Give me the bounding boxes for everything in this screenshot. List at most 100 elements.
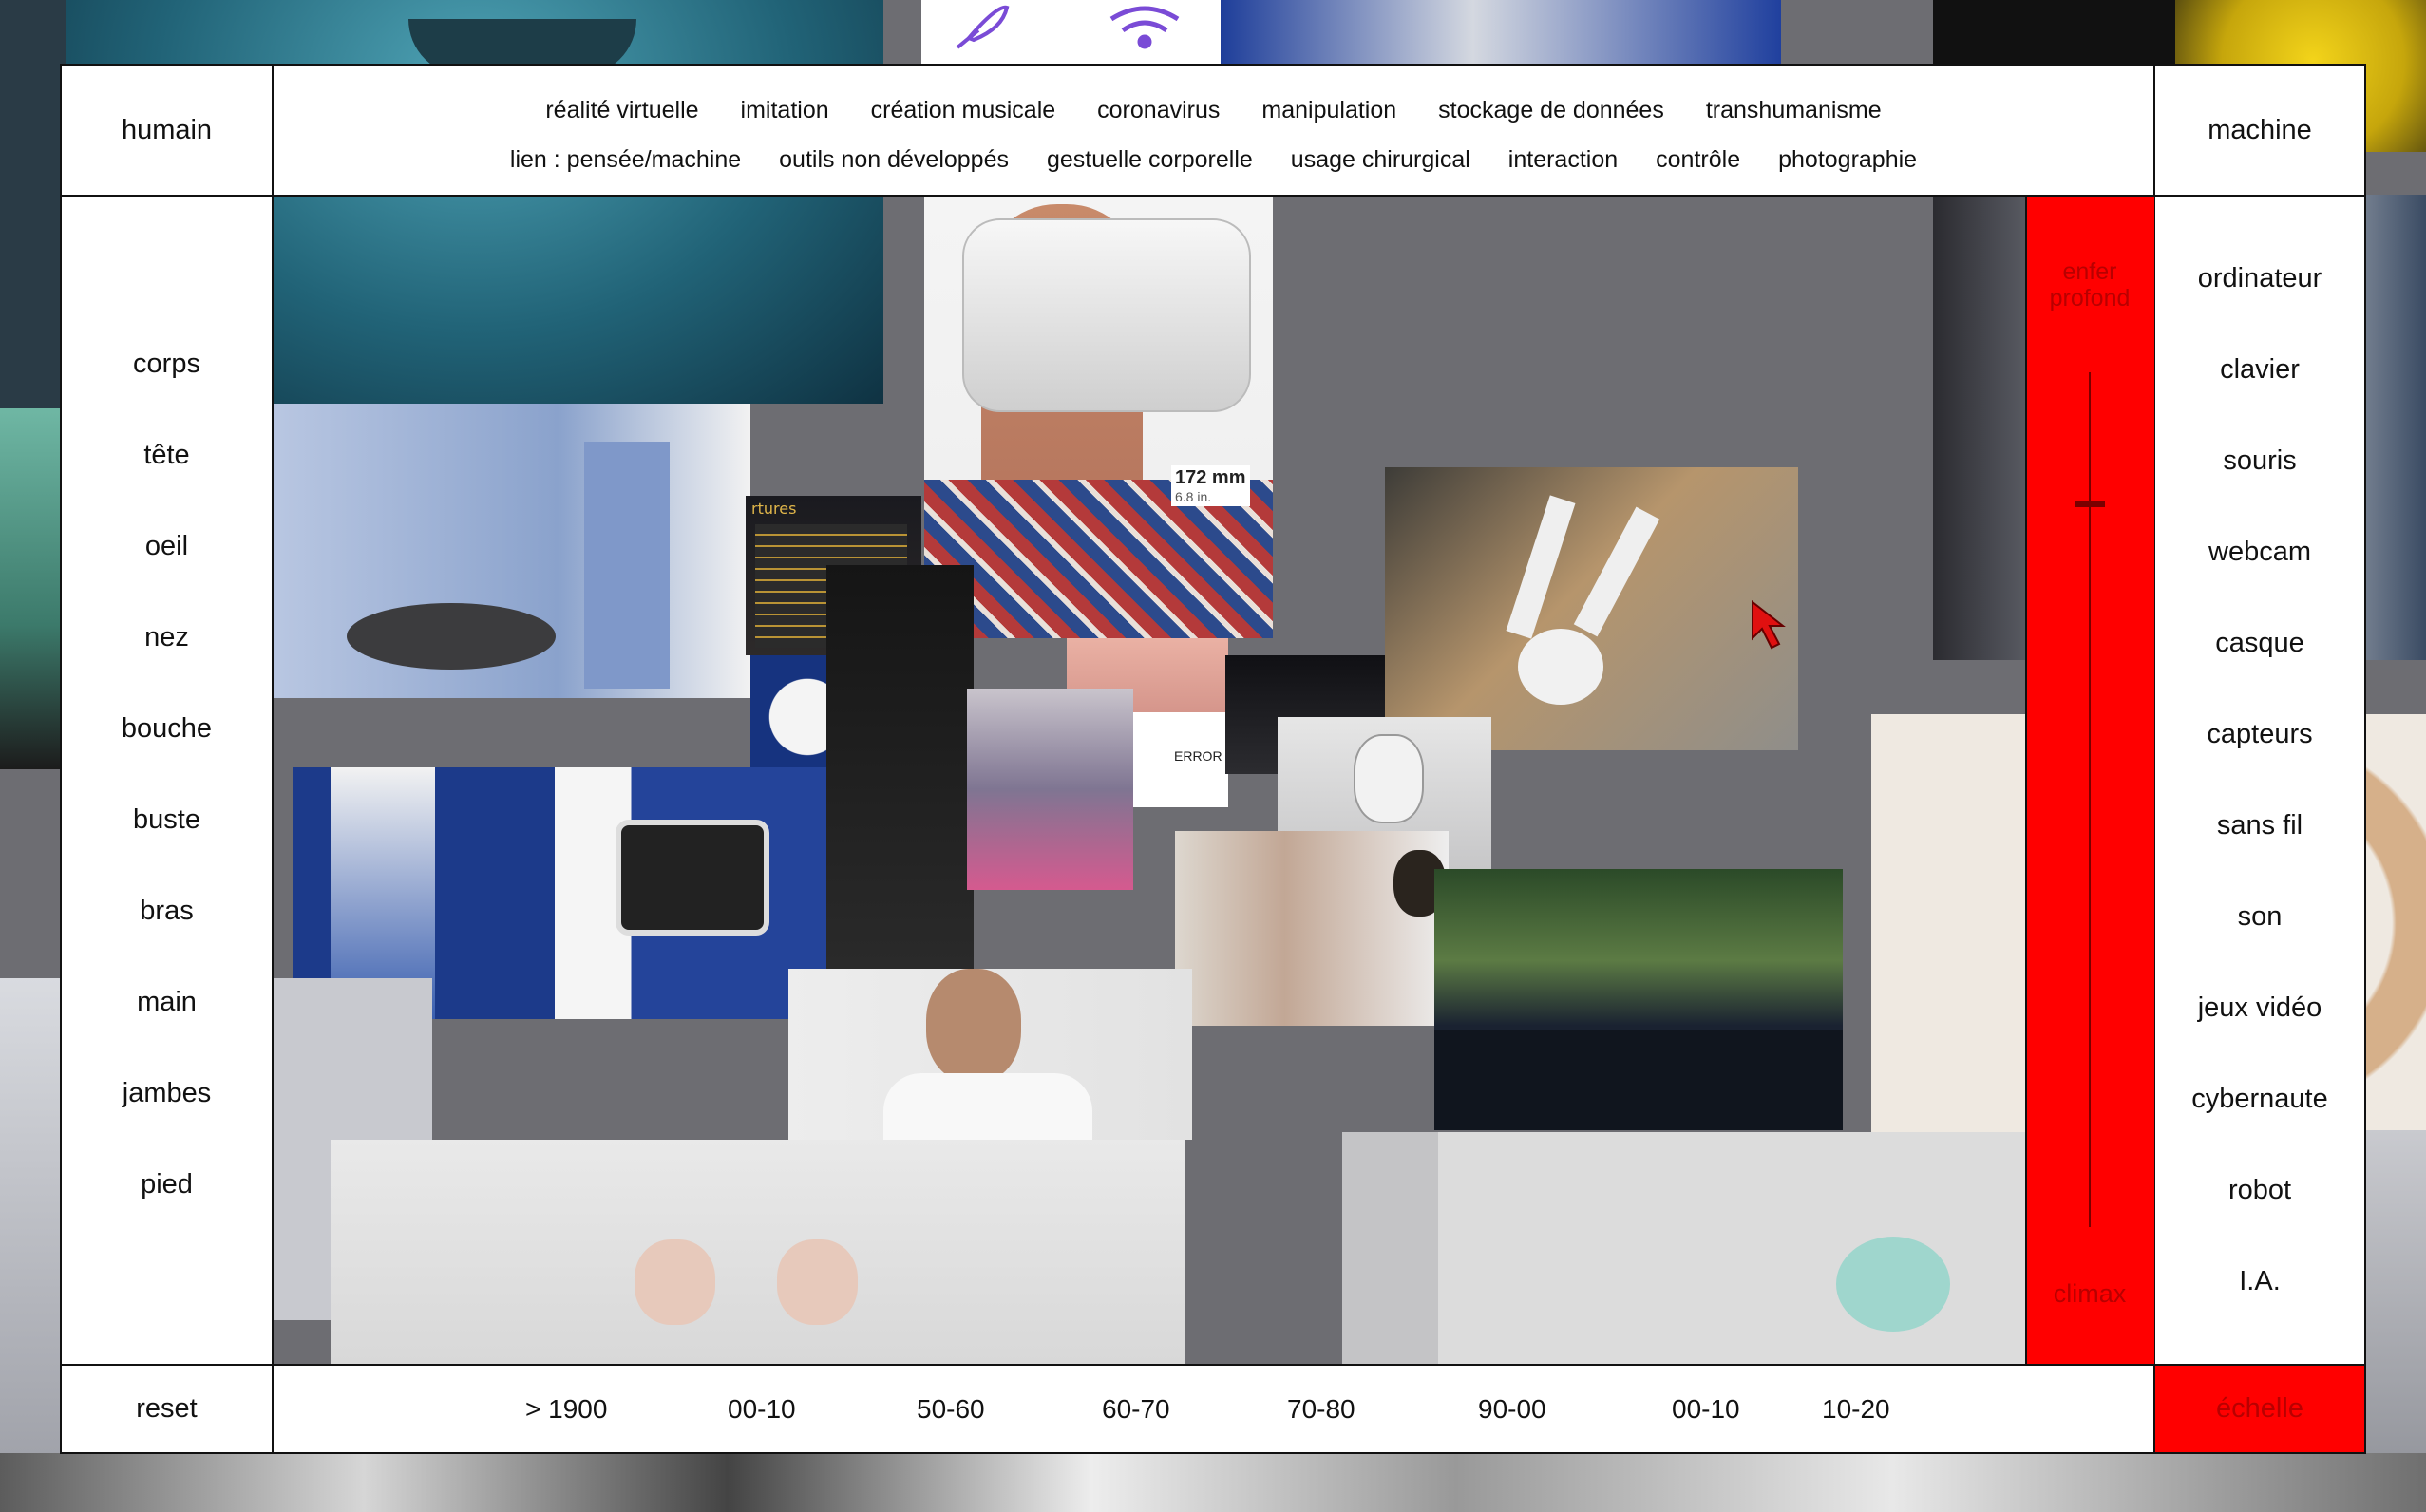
timeline-bar: > 1900 00-10 50-60 60-70 70-80 90-00 00-10 10-2… [272, 1364, 2155, 1454]
scale-button[interactable]: échelle [2216, 1393, 2303, 1425]
body-part-oeil[interactable]: oeil [62, 531, 272, 562]
photo-robot-hair[interactable] [1342, 1132, 2026, 1366]
scale-slider-thumb[interactable] [2075, 501, 2105, 507]
theme-photographie[interactable]: photographie [1778, 146, 1917, 174]
cursor-arrow-icon [1752, 600, 1786, 650]
error-label: ERROR [1174, 748, 1222, 764]
vr-measure-sub: 6.8 in. [1175, 489, 1212, 504]
machine-item-capteurs[interactable]: capteurs [2155, 719, 2364, 750]
decade-6[interactable]: 00-10 [1672, 1366, 1740, 1452]
body-part-tete[interactable]: tête [62, 440, 272, 471]
photo-dark-left[interactable] [0, 0, 66, 408]
decade-2[interactable]: 50-60 [917, 1366, 985, 1452]
scale-panel: enfer profond climax [2025, 197, 2154, 1366]
body-part-buste[interactable]: buste [62, 804, 272, 836]
machine-item-sans-fil[interactable]: sans fil [2155, 810, 2364, 841]
robot-tablet [616, 820, 769, 936]
scale-bottom-label: climax [2053, 1279, 2127, 1308]
decade-4[interactable]: 70-80 [1287, 1366, 1355, 1452]
photo-animatronic-heads[interactable] [331, 1140, 1185, 1366]
reset-cell: reset [60, 1364, 274, 1454]
photo-man-prosthetic-hand[interactable] [788, 969, 1192, 1140]
machine-item-clavier[interactable]: clavier [2155, 354, 2364, 386]
photo-bottom-strip[interactable] [0, 1453, 2426, 1512]
machine-item-casque[interactable]: casque [2155, 628, 2364, 659]
machine-item-souris[interactable]: souris [2155, 445, 2364, 477]
body-part-jambes[interactable]: jambes [62, 1078, 272, 1109]
body-part-main[interactable]: main [62, 987, 272, 1018]
vr-measure: 172 mm [1175, 467, 1246, 488]
photo-robot-arms-box[interactable] [1385, 467, 1798, 750]
decade-7[interactable]: 10-20 [1822, 1366, 1890, 1452]
vr-headset [962, 218, 1251, 412]
header-humain[interactable]: humain [122, 115, 212, 146]
machine-item-son[interactable]: son [2155, 901, 2364, 933]
theme-outils-non-développés[interactable]: outils non développés [779, 146, 1009, 174]
photo-teal-chair[interactable] [0, 408, 66, 769]
photo-surgery[interactable] [271, 404, 750, 698]
theme-coronavirus[interactable]: coronavirus [1097, 97, 1220, 124]
robot-doll-arm-right [1573, 506, 1660, 637]
photo-error-screen[interactable]: ERROR [1133, 712, 1228, 807]
robot-doll-head [1518, 629, 1603, 705]
decade-5[interactable]: 90-00 [1478, 1366, 1546, 1452]
icons-svg [956, 5, 1180, 49]
theme-création-musicale[interactable]: création musicale [871, 97, 1056, 124]
reception-desk [1434, 1030, 1843, 1130]
theme-manipulation[interactable]: manipulation [1261, 97, 1396, 124]
machine-item-jeux-video[interactable]: jeux vidéo [2155, 992, 2364, 1024]
decade-0[interactable]: > 1900 [525, 1366, 607, 1452]
header-machine-cell: machine [2153, 64, 2366, 197]
body-part-bras[interactable]: bras [62, 896, 272, 927]
decade-3[interactable]: 60-70 [1102, 1366, 1170, 1452]
photo-hotel-reception[interactable] [1434, 869, 1843, 1130]
feather-icon [956, 5, 1010, 49]
themes-bar: réalité virtuelle imitation création music… [272, 64, 2155, 197]
body-part-bouche[interactable]: bouche [62, 713, 272, 745]
theme-transhumanisme[interactable]: transhumanisme [1706, 97, 1882, 124]
photo-mannequin-left[interactable] [0, 978, 66, 1512]
right-machine-nav: ordinateur clavier souris webcam casque capte… [2153, 195, 2366, 1368]
header-machine[interactable]: machine [2208, 115, 2312, 146]
themes-row-1: réalité virtuelle imitation création music… [274, 97, 2153, 124]
theme-lien-pensée-machine[interactable]: lien : pensée/machine [510, 146, 741, 174]
man-face [926, 969, 1021, 1083]
photo-black-coat[interactable] [826, 565, 974, 969]
photo-crowd[interactable] [967, 689, 1133, 890]
machine-item-ordinateur[interactable]: ordinateur [2155, 263, 2364, 294]
photo-surgery-base [347, 603, 556, 670]
left-body-nav: corps tête oeil nez bouche buste bras main jambe… [60, 195, 274, 1368]
animatronic-head-right [777, 1239, 858, 1325]
machine-item-cybernaute[interactable]: cybernaute [2155, 1084, 2364, 1115]
man-shirt [883, 1073, 1092, 1140]
theme-gestuelle-corporelle[interactable]: gestuelle corporelle [1047, 146, 1253, 174]
screen-text: rtures [751, 500, 797, 518]
theme-stockage-de-données[interactable]: stockage de données [1438, 97, 1664, 124]
body-part-nez[interactable]: nez [62, 622, 272, 653]
body-part-pied[interactable]: pied [62, 1169, 272, 1200]
vr-measure-box: 172 mm 6.8 in. [1171, 465, 1250, 506]
reset-button[interactable]: reset [136, 1393, 197, 1425]
theme-imitation[interactable]: imitation [741, 97, 829, 124]
photo-blue-station[interactable] [1221, 0, 1781, 65]
theme-réalité-virtuelle[interactable]: réalité virtuelle [545, 97, 698, 124]
photo-surgeon [584, 442, 670, 689]
decade-1[interactable]: 00-10 [728, 1366, 796, 1452]
machine-item-i-a[interactable]: I.A. [2155, 1266, 2364, 1297]
photo-icons-strip[interactable] [921, 0, 1225, 65]
theme-usage-chirurgical[interactable]: usage chirurgical [1291, 146, 1470, 174]
theme-interaction[interactable]: interaction [1508, 146, 1618, 174]
body-part-corps[interactable]: corps [62, 349, 272, 380]
photo-vr-headset-man[interactable]: 172 mm 6.8 in. [924, 195, 1273, 638]
photo-singing-man[interactable] [1175, 831, 1449, 1026]
humanoid-face [1354, 734, 1424, 823]
photo-dark-top-right[interactable] [1933, 0, 2175, 65]
animatronic-head-left [635, 1239, 715, 1325]
scale-button-cell[interactable]: échelle [2153, 1364, 2366, 1454]
themes-row-2: lien : pensée/machine outils non développ… [274, 146, 2153, 174]
theme-contrôle[interactable]: contrôle [1656, 146, 1740, 174]
robot-doll-arm-left [1506, 495, 1576, 639]
scale-top-label: enfer profond [2049, 258, 2131, 312]
machine-item-webcam[interactable]: webcam [2155, 537, 2364, 568]
machine-item-robot[interactable]: robot [2155, 1175, 2364, 1206]
